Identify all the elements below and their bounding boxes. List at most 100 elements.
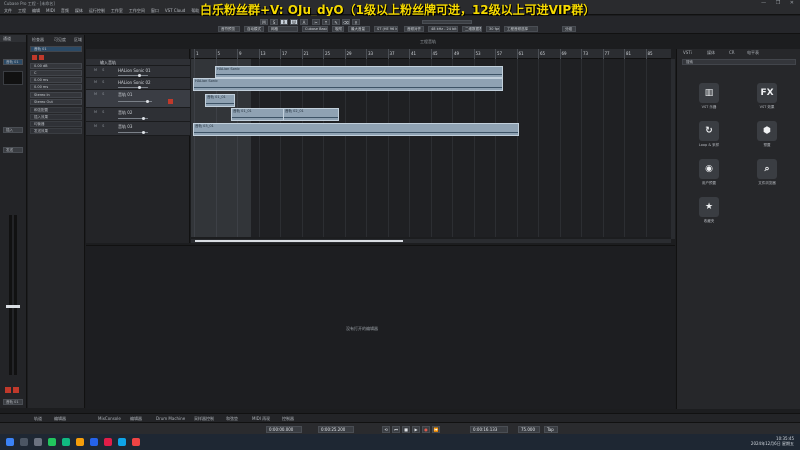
task-view-icon[interactable] [34, 438, 42, 446]
vertical-scrollbar[interactable] [671, 59, 675, 239]
audio-clip-track3[interactable]: 音轨 03_01 [193, 123, 519, 136]
track-row[interactable]: M S HALion Sonic 01 [86, 66, 190, 78]
presets-icon[interactable]: ⬢ [757, 121, 777, 141]
track-volume-slider[interactable] [118, 75, 148, 76]
tab-editor-2[interactable]: 编辑器 [130, 415, 142, 422]
tab-media[interactable]: 媒体 [707, 50, 715, 56]
timeline-ruler[interactable]: 1 5 9 13 17 21 25 29 33 37 41 45 49 53 57 61 65 69 73 77 81 8… [191, 49, 671, 59]
audio-align-field[interactable]: 音频对齐 [404, 26, 424, 32]
zoom-icon[interactable]: ⚲ [352, 19, 360, 25]
track-volume-knob[interactable] [142, 117, 145, 120]
rewind-start-icon[interactable]: ⏮ [392, 426, 400, 433]
midi-clip-halion-2[interactable]: HALion Sonic [193, 78, 503, 91]
menu-help[interactable]: 帮助 [191, 7, 199, 14]
read-automation-button[interactable]: R [280, 19, 288, 25]
tab-tracks[interactable]: 轨道 [34, 415, 42, 422]
browser-icon[interactable] [118, 438, 126, 446]
mute-tool-button[interactable]: M [260, 19, 268, 25]
horizontal-scrollbar[interactable] [191, 239, 671, 243]
tab-sampler-control[interactable]: 采样器控制 [194, 415, 214, 422]
midi-clip-halion-1[interactable]: HALion Sonic [215, 66, 503, 78]
pencil-icon[interactable]: ✎ [332, 19, 340, 25]
sends-box[interactable]: 发送 [3, 147, 23, 153]
system-clock[interactable]: 10:35:45 2024年12月6日 星期五 [751, 436, 794, 446]
menu-vst-cloud[interactable]: VST Cloud [165, 7, 185, 14]
record-enable-icon[interactable] [5, 387, 11, 393]
track-volume-knob[interactable] [142, 131, 145, 134]
menu-file[interactable]: 文件 [4, 7, 12, 14]
track-volume-knob[interactable] [138, 86, 141, 89]
tap-tempo-field[interactable]: Tap [544, 426, 558, 433]
steam-icon[interactable] [90, 438, 98, 446]
inspector-delay-2[interactable]: 0.00 ms [30, 84, 82, 90]
menu-midi[interactable]: MIDI [46, 7, 55, 14]
search-icon[interactable] [20, 438, 28, 446]
menu-media[interactable]: 媒体 [75, 7, 83, 14]
tab-inspector[interactable]: 检查器 [32, 36, 44, 43]
track-row[interactable]: M S 音轨 03 [86, 122, 190, 136]
write-automation-button[interactable]: W [290, 19, 298, 25]
fast-forward-icon[interactable]: ⏩ [432, 426, 440, 433]
scissors-icon[interactable]: ✂ [312, 19, 320, 25]
inspector-section-eq[interactable]: 均衡器 [30, 121, 82, 127]
menu-transport[interactable]: 运行控制 [89, 7, 105, 14]
app-icon[interactable] [104, 438, 112, 446]
track-row[interactable]: M S HALion Sonic 02 [86, 78, 190, 90]
track-volume-slider[interactable] [118, 87, 148, 88]
main-time-display[interactable]: 0:00:16.133 [470, 426, 508, 433]
monitor-icon[interactable] [13, 387, 19, 393]
auto-mode-button[interactable]: A [300, 19, 308, 25]
inspector-section-inserts[interactable]: 插入效果 [30, 114, 82, 120]
sample-rate-field[interactable]: ST (HE 96 khz) [374, 26, 398, 32]
cycle-icon[interactable]: ⟲ [382, 426, 390, 433]
inspector-output-routing[interactable]: Stereo Out [30, 99, 82, 105]
time-display-bar[interactable] [422, 20, 472, 24]
eraser-icon[interactable]: ⌫ [342, 19, 350, 25]
wechat-icon[interactable] [48, 438, 56, 446]
track-volume-knob[interactable] [138, 74, 141, 77]
bit-depth-field[interactable]: 48 kHz - 24 bit [428, 26, 458, 32]
auto-mode-field[interactable]: 自动模式 [244, 26, 264, 32]
glue-icon[interactable]: ⤒ [322, 19, 330, 25]
file-browser-icon[interactable]: ⌕ [757, 159, 777, 179]
audio-select-field[interactable]: 工程音频选择 [504, 26, 538, 32]
vst-effects-icon[interactable]: FX [757, 83, 777, 103]
menu-edit[interactable]: 编辑 [32, 7, 40, 14]
arrange-window[interactable]: HALion Sonic HALion Sonic 音轨 01_01 音轨 01… [191, 59, 671, 237]
frame-rate-field[interactable]: 30 fps [486, 26, 500, 32]
audio-clip-track2[interactable]: 音轨 02_01 [283, 108, 339, 121]
menu-studio[interactable]: 工作室 [111, 7, 123, 14]
left-locator-field[interactable]: 0:00:00.000 [266, 426, 302, 433]
folder-icon[interactable] [76, 438, 84, 446]
mute-solo-icons[interactable]: M S [94, 68, 106, 72]
tab-cr[interactable]: CR [729, 50, 735, 55]
tab-controller[interactable]: 控制器 [282, 415, 294, 422]
solo-tool-button[interactable]: S [270, 19, 278, 25]
menu-window[interactable]: 窗口 [151, 7, 159, 14]
grid-field[interactable]: 网格 [268, 26, 298, 32]
mute-solo-icons[interactable]: M S [94, 110, 106, 114]
inspector-delay[interactable]: 0.00 ms [30, 77, 82, 83]
cubase-icon[interactable] [132, 438, 140, 446]
vst-instruments-icon[interactable]: ▥ [699, 83, 719, 103]
tab-vsti[interactable]: VSTi [683, 50, 692, 55]
tab-visibility[interactable]: 可见度 [54, 36, 66, 43]
group-field[interactable]: 分组 [562, 26, 576, 32]
track-row[interactable]: 输入音轨 [86, 59, 190, 66]
mute-solo-icons[interactable]: M S [94, 92, 106, 96]
user-presets-icon[interactable]: ◉ [699, 159, 719, 179]
menu-workspaces[interactable]: 工作空间 [129, 7, 145, 14]
stop-icon[interactable]: ■ [402, 426, 410, 433]
tempo-field[interactable]: 75.000 [518, 426, 540, 433]
window-controls[interactable]: — ❐ ✕ [761, 0, 798, 7]
mute-solo-icons[interactable]: M S [94, 80, 106, 84]
right-locator-field[interactable]: 0:00:25.200 [318, 426, 354, 433]
snap-field[interactable]: 吸附 [332, 26, 344, 32]
channel-name-box[interactable]: 音轨 01 [3, 59, 23, 65]
tab-drum-machine[interactable]: Drum Machine [156, 415, 185, 422]
inspector-record-icon[interactable] [32, 55, 37, 60]
track-volume-knob[interactable] [146, 100, 149, 103]
preset-field[interactable]: Cubase Basic [302, 26, 328, 32]
tab-midi-remote[interactable]: MIDI 再现 [252, 415, 270, 422]
tab-chord-pads[interactable]: 和弦垫 [226, 415, 238, 422]
